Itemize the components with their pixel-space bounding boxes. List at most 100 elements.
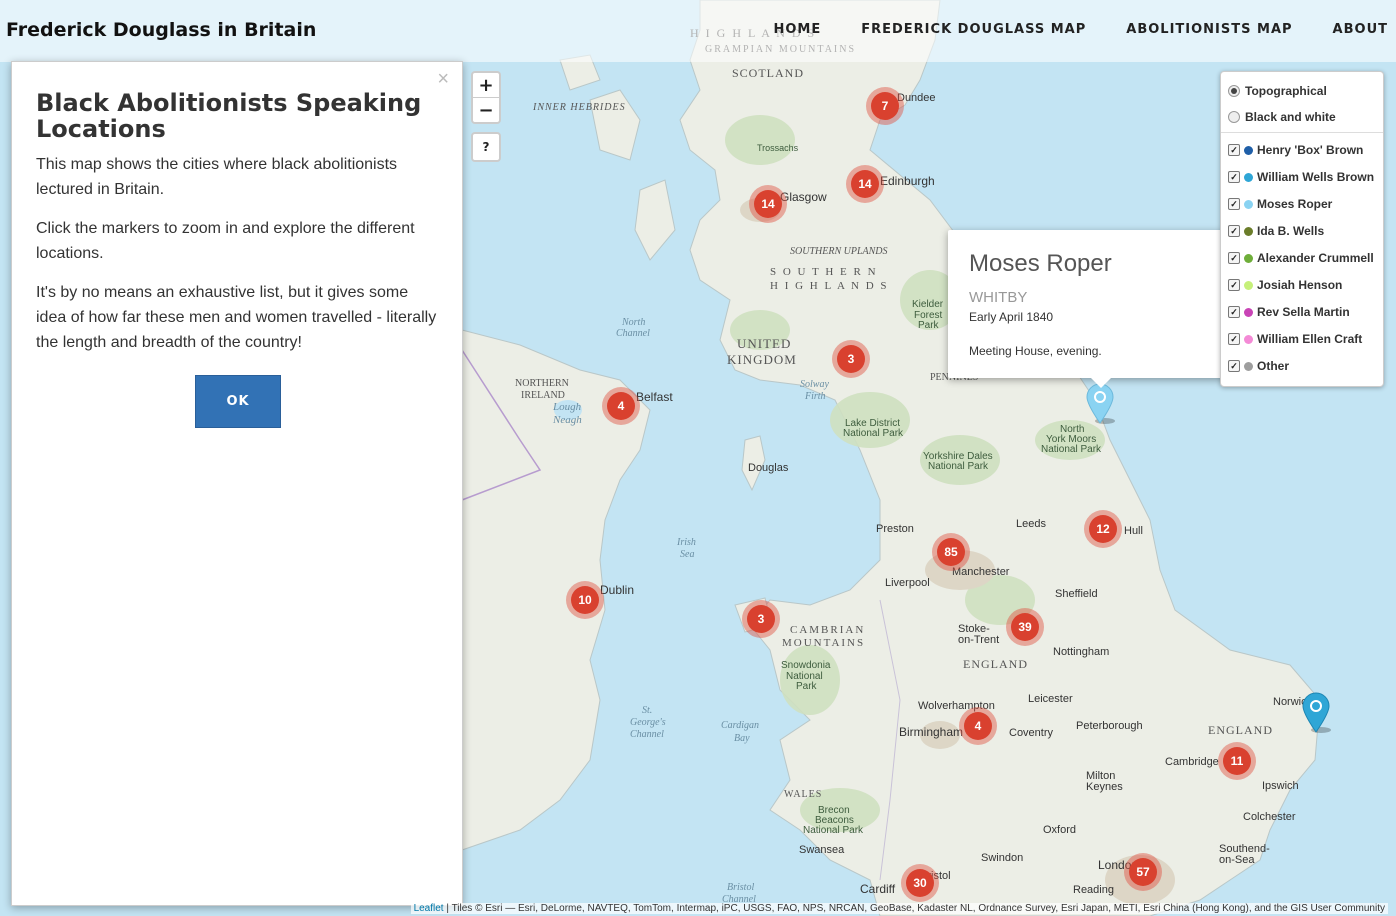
close-icon[interactable]: × xyxy=(437,68,449,91)
svg-text:on-Trent: on-Trent xyxy=(958,634,999,646)
svg-text:Neagh: Neagh xyxy=(552,414,582,426)
svg-text:Sea: Sea xyxy=(680,549,694,560)
cluster-marker[interactable]: 14 xyxy=(846,165,884,203)
checkbox-icon[interactable]: ✓ xyxy=(1228,279,1240,291)
checkbox-icon[interactable]: ✓ xyxy=(1228,198,1240,210)
cluster-marker[interactable]: 57 xyxy=(1124,853,1162,891)
svg-text:MOUNTAINS: MOUNTAINS xyxy=(782,637,865,649)
svg-text:Ipswich: Ipswich xyxy=(1262,780,1299,792)
svg-text:Cardiff: Cardiff xyxy=(860,882,896,896)
checkbox-icon[interactable]: ✓ xyxy=(1228,333,1240,345)
radio-icon[interactable] xyxy=(1228,85,1240,97)
svg-text:WALES: WALES xyxy=(784,789,822,800)
zoom-in-button[interactable]: + xyxy=(473,73,499,98)
svg-text:KINGDOM: KINGDOM xyxy=(727,352,797,367)
color-swatch-icon xyxy=(1244,199,1253,209)
nav-about[interactable]: ABOUT xyxy=(1333,22,1388,37)
info-paragraph: This map shows the cities where black ab… xyxy=(36,156,398,198)
cluster-marker[interactable]: 10 xyxy=(566,581,604,619)
layer-label: Topographical xyxy=(1245,84,1327,98)
svg-text:Belfast: Belfast xyxy=(636,390,673,404)
svg-text:National Park: National Park xyxy=(803,825,864,836)
overlay-item[interactable]: ✓ Moses Roper xyxy=(1228,195,1332,213)
svg-text:Preston: Preston xyxy=(876,523,914,535)
cluster-marker[interactable]: 4 xyxy=(602,387,640,425)
overlay-item[interactable]: ✓ William Wells Brown xyxy=(1228,168,1374,186)
svg-text:Lough: Lough xyxy=(552,401,582,413)
attribution-text: | Tiles © Esri — Esri, DeLorme, NAVTEQ, … xyxy=(443,903,1385,914)
svg-text:Trossachs: Trossachs xyxy=(757,143,799,153)
overlay-item[interactable]: ✓ Ida B. Wells xyxy=(1228,222,1324,240)
nav-frederick-douglass-map[interactable]: FREDERICK DOUGLASS MAP xyxy=(861,22,1086,37)
svg-text:Edinburgh: Edinburgh xyxy=(880,174,935,188)
checkbox-icon[interactable]: ✓ xyxy=(1228,360,1240,372)
svg-text:Park: Park xyxy=(796,681,818,692)
basemap-topographical[interactable]: Topographical xyxy=(1228,82,1327,100)
cluster-marker[interactable]: 30 xyxy=(901,864,939,902)
cluster-marker[interactable]: 39 xyxy=(1006,608,1044,646)
svg-text:Glasgow: Glasgow xyxy=(780,190,827,204)
radio-icon[interactable] xyxy=(1228,111,1240,123)
overlay-label: Josiah Henson xyxy=(1257,278,1343,292)
zoom-out-button[interactable]: − xyxy=(473,98,499,122)
checkbox-icon[interactable]: ✓ xyxy=(1228,171,1240,183)
color-swatch-icon xyxy=(1244,226,1253,236)
overlay-item[interactable]: ✓ Rev Sella Martin xyxy=(1228,303,1350,321)
checkbox-icon[interactable]: ✓ xyxy=(1228,306,1240,318)
william-wells-brown-pin-icon[interactable] xyxy=(1301,692,1331,734)
overlay-item[interactable]: ✓ Josiah Henson xyxy=(1228,276,1342,294)
popup-date: Early April 1840 xyxy=(969,310,1054,324)
overlay-item[interactable]: ✓ Other xyxy=(1228,357,1289,375)
cluster-marker[interactable]: 3 xyxy=(742,600,780,638)
svg-text:Irish: Irish xyxy=(676,537,696,548)
cluster-count: 57 xyxy=(1129,858,1157,886)
popup-name: Moses Roper xyxy=(969,250,1112,277)
cluster-marker[interactable]: 7 xyxy=(866,87,904,125)
ok-button[interactable]: OK xyxy=(195,375,281,428)
overlay-item[interactable]: ✓ Alexander Crummell xyxy=(1228,249,1374,267)
layers-control: Topographical Black and white ✓ Henry 'Bo… xyxy=(1220,71,1384,387)
overlay-item[interactable]: ✓ William Ellen Craft xyxy=(1228,330,1362,348)
basemap-black-and-white[interactable]: Black and white xyxy=(1228,108,1336,126)
svg-text:Nottingham: Nottingham xyxy=(1053,646,1109,658)
moses-roper-pin-icon[interactable] xyxy=(1085,383,1115,425)
svg-text:North: North xyxy=(621,317,645,328)
svg-text:Swansea: Swansea xyxy=(799,844,845,856)
svg-text:Birmingham: Birmingham xyxy=(899,725,963,739)
layer-label: Black and white xyxy=(1245,110,1336,124)
svg-text:National Park: National Park xyxy=(843,428,904,439)
svg-text:Leicester: Leicester xyxy=(1028,693,1073,705)
cluster-marker[interactable]: 4 xyxy=(959,707,997,745)
map-attribution: Leaflet | Tiles © Esri — Esri, DeLorme, … xyxy=(410,903,1388,914)
checkbox-icon[interactable]: ✓ xyxy=(1228,144,1240,156)
cluster-marker[interactable]: 14 xyxy=(749,185,787,223)
nav-home[interactable]: HOME xyxy=(773,22,821,37)
cluster-marker[interactable]: 85 xyxy=(932,533,970,571)
svg-text:Oxford: Oxford xyxy=(1043,824,1076,836)
overlay-label: William Ellen Craft xyxy=(1257,332,1363,346)
cluster-count: 4 xyxy=(964,712,992,740)
info-title: Black Abolitionists Speaking Locations xyxy=(36,89,422,143)
overlay-label: Ida B. Wells xyxy=(1257,224,1325,238)
popup-description: Meeting House, evening. xyxy=(969,344,1102,358)
svg-text:SCOTLAND: SCOTLAND xyxy=(732,66,804,80)
svg-text:Park: Park xyxy=(918,320,940,331)
site-brand[interactable]: Frederick Douglass in Britain xyxy=(6,19,316,41)
checkbox-icon[interactable]: ✓ xyxy=(1228,252,1240,264)
svg-text:Channel: Channel xyxy=(616,328,650,339)
cluster-marker[interactable]: 11 xyxy=(1218,742,1256,780)
svg-text:Firth: Firth xyxy=(804,391,826,402)
cluster-count: 14 xyxy=(754,190,782,218)
svg-text:Cambridge: Cambridge xyxy=(1165,756,1219,768)
overlay-label: Other xyxy=(1257,359,1290,373)
svg-text:on-Sea: on-Sea xyxy=(1219,854,1255,866)
cluster-marker[interactable]: 3 xyxy=(832,340,870,378)
nav-abolitionists-map[interactable]: ABOLITIONISTS MAP xyxy=(1126,22,1292,37)
help-button[interactable]: ? xyxy=(471,132,501,162)
leaflet-link[interactable]: Leaflet xyxy=(414,903,444,914)
overlay-item[interactable]: ✓ Henry 'Box' Brown xyxy=(1228,141,1363,159)
cluster-marker[interactable]: 12 xyxy=(1084,510,1122,548)
checkbox-icon[interactable]: ✓ xyxy=(1228,225,1240,237)
color-swatch-icon xyxy=(1244,334,1253,344)
cluster-count: 3 xyxy=(747,605,775,633)
